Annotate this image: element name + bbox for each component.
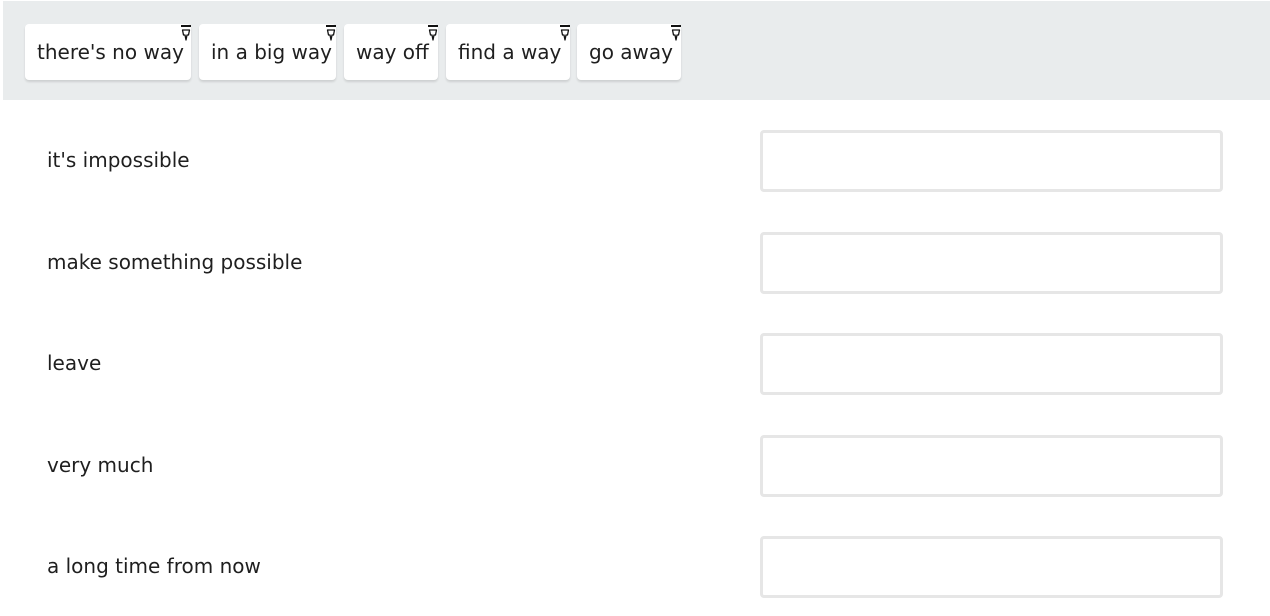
drop-zone-leave[interactable] [760, 333, 1223, 395]
drop-zone-very-much[interactable] [760, 435, 1223, 497]
chip-in-a-big-way[interactable]: in a big way [199, 24, 336, 80]
drag-pin-icon [326, 25, 336, 41]
chip-go-away[interactable]: go away [577, 24, 681, 80]
row-label-make-something-possible: make something possible [47, 250, 303, 274]
chip-label: there's no way [37, 40, 184, 64]
chip-find-a-way[interactable]: find a way [446, 24, 570, 80]
chip-label: way off [356, 40, 429, 64]
chip-label: go away [589, 40, 673, 64]
drag-pin-icon [181, 25, 191, 41]
chip-way-off[interactable]: way off [344, 24, 438, 80]
chip-label: find a way [458, 40, 562, 64]
row-label-a-long-time-from-now: a long time from now [47, 554, 261, 578]
row-label-its-impossible: it's impossible [47, 148, 190, 172]
row-label-very-much: very much [47, 453, 154, 477]
drop-zone-its-impossible[interactable] [760, 130, 1223, 192]
chip-label: in a big way [211, 40, 332, 64]
answer-bank: there's no way in a big way way off find… [3, 1, 1270, 100]
drop-zone-make-something-possible[interactable] [760, 232, 1223, 294]
drag-pin-icon [671, 25, 681, 41]
chip-theres-no-way[interactable]: there's no way [25, 24, 191, 80]
drag-pin-icon [428, 25, 438, 41]
drag-pin-icon [560, 25, 570, 41]
row-label-leave: leave [47, 351, 102, 375]
drop-zone-a-long-time-from-now[interactable] [760, 536, 1223, 598]
